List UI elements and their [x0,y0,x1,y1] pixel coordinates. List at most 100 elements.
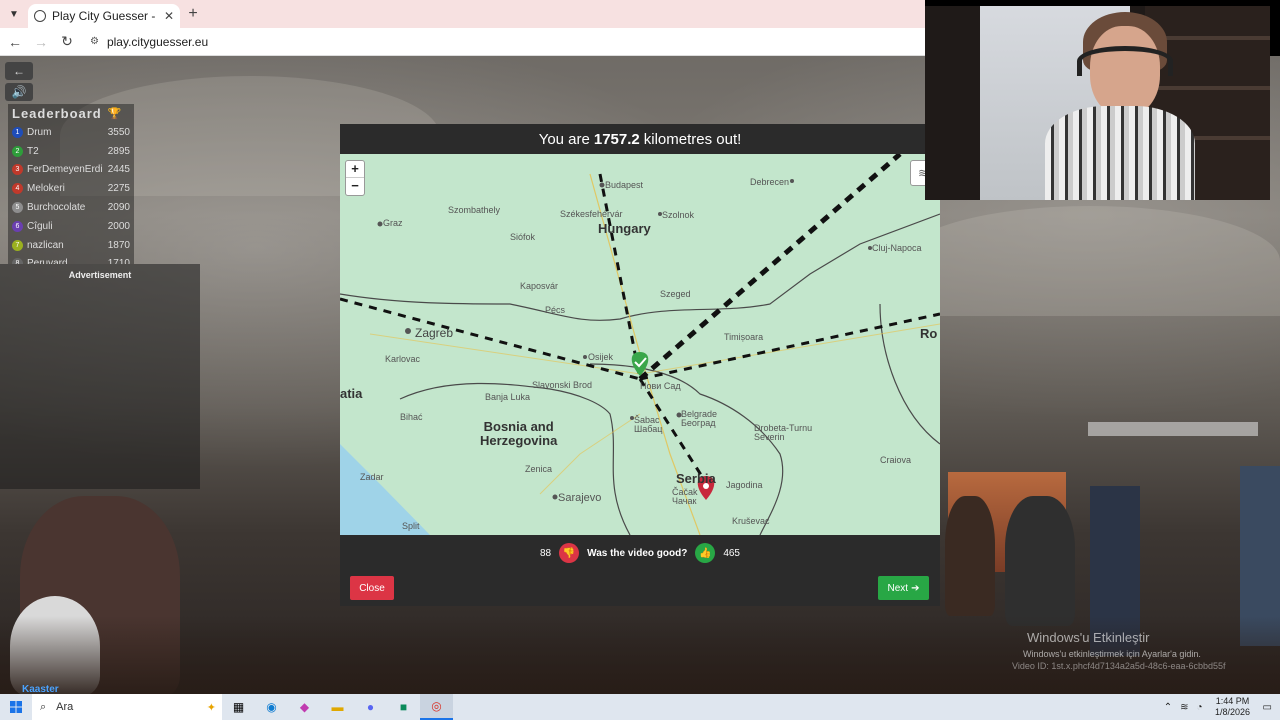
result-distance: 1757.2 [593,130,640,148]
leaderboard-row: 8 Peruvard 1710 [8,255,134,264]
result-modal: You are 1757.2 kilometres out! × [340,124,940,606]
system-tray: ⌃ ≋ ◔ 1:44 PM 1/8/2026 ▭ [1164,696,1280,718]
sound-button[interactable]: 🔊 [5,83,33,101]
player-name: nazlican [27,239,64,251]
notification-icon[interactable]: ▭ [1263,702,1272,713]
city-debrecen: Debrecen [750,177,790,187]
zoom-out-button[interactable]: − [346,178,364,195]
thumbs-down-button[interactable]: 👎 [559,543,580,563]
url-field[interactable]: ⚙ play.cityguesser.eu [90,35,208,49]
browser-tab-bar: ▼ Play City Guesser - Explore the W ✕ + [0,0,925,28]
task-view-icon[interactable]: ▦ [222,694,255,720]
city-siofok: Siófok [510,232,536,242]
next-button[interactable]: Next ➔ [878,576,929,600]
city-banja-luka: Banja Luka [485,392,531,402]
clock[interactable]: 1:44 PM 1/8/2026 [1211,696,1255,718]
city-krusevac: Kruševac [732,516,770,526]
new-tab-button[interactable]: + [180,5,206,23]
person [1005,496,1075,626]
city-osijek: Osijek [588,352,614,362]
globe-icon [34,10,46,22]
forward-arrow-icon[interactable]: → [34,34,48,50]
speaker-icon[interactable]: ◔ [1197,702,1203,713]
clock-date: 1/8/2026 [1215,707,1251,717]
windows-logo-icon [10,701,22,713]
leaderboard-title-text: Leaderboard [12,106,102,121]
map-label-bosnia: Bosnia and Herzegovina [480,419,558,448]
result-prefix: You are [538,130,590,148]
city-budapest: Budapest [605,180,644,190]
player-score: 3550 [107,126,130,138]
city-slavonski-brod: Slavonski Brod [532,380,593,390]
file-explorer-icon[interactable]: ▬ [321,694,354,720]
video-vote-row: 88 👎 Was the video good? 👍 465 [340,542,940,564]
webcam-overlay [925,6,1270,200]
city-bihac: Bihać [400,412,423,422]
taskbar-search[interactable]: ⌕ Ara ✦ [32,694,222,720]
leaderboard-row: 3 FerDemeyenErdi 2445 [8,161,134,180]
city-drobeta: Drobeta-Turnu Severin [754,423,813,442]
rank-badge: 4 [12,183,23,195]
close-button[interactable]: Close [350,576,394,600]
chrome-icon[interactable]: ◎ [420,694,453,720]
watermark-title: Windows'u Etkinleştir [1027,630,1150,645]
search-icon: ⌕ [40,700,47,713]
player-score: 2090 [107,202,130,214]
arrow-left-icon: ← [13,64,25,78]
leaderboard-row: 6 Cîguli 2000 [8,217,134,236]
city-szolnok: Szolnok [662,210,695,220]
leaderboard-row: 2 T2 2895 [8,142,134,161]
advertisement-box: Advertisement [0,264,200,489]
back-arrow-icon[interactable]: ← [8,34,22,50]
person [945,496,995,616]
discord-icon[interactable]: ● [354,694,387,720]
thumbs-up-button[interactable]: 👍 [695,543,716,563]
map-label-croatia: atia [340,386,363,401]
city-graz: Graz [383,218,403,228]
result-map[interactable]: + − ≋ Hungary Bosnia and Herzegovina Ser… [340,154,940,535]
arrow-right-icon: ➔ [911,582,920,594]
city-jagodina: Jagodina [726,480,763,490]
city-cacak: Čačak Чачак [672,487,698,506]
back-button[interactable]: ← [5,62,33,80]
windows-activation-watermark: Windows'u Etkinleştir Windows'u etkinleş… [1000,630,1280,671]
start-button[interactable] [0,694,32,720]
browser-tab[interactable]: Play City Guesser - Explore the W ✕ [28,4,180,28]
city-szekesfehervar: Székesfehérvár [560,209,623,219]
edge-icon[interactable]: ◉ [255,694,288,720]
advertisement-label: Advertisement [68,270,132,280]
copilot-icon[interactable]: ◆ [288,694,321,720]
city-szeged: Szeged [660,289,691,299]
player-score: 2275 [107,183,130,195]
result-title: You are 1757.2 kilometres out! [340,124,940,154]
downvote-count: 88 [540,547,552,559]
leaderboard-row: 1 Drum 3550 [8,123,134,142]
city-kaposvar: Kaposvár [520,281,559,291]
site-info-icon[interactable]: ⚙ [90,36,99,47]
search-highlight-icon: ✦ [206,701,216,714]
city-sabac: Šabac Шабац [634,415,663,434]
wifi-icon[interactable]: ≋ [1180,702,1188,713]
chevron-up-icon[interactable]: ⌃ [1164,702,1172,713]
city-belgrade: Belgrade Београд [681,409,718,428]
headphones-icon [1077,46,1173,76]
tab-close-icon[interactable]: ✕ [164,9,174,23]
leaderboard-row: 4 Melokeri 2275 [8,179,134,198]
player-score: 1870 [107,239,130,251]
next-button-label: Next [887,582,909,594]
city-timisoara: Timișoara [724,332,764,342]
rank-badge: 1 [12,126,23,138]
windows-taskbar: ⌕ Ara ✦ ▦ ◉ ◆ ▬ ● ■ ◎ ⌃ ≋ ◔ 1:44 PM 1/8/… [0,694,1280,720]
app-icon[interactable]: ■ [387,694,420,720]
city-karlovac: Karlovac [385,354,421,364]
tab-search-icon[interactable]: ▼ [0,0,28,28]
leaderboard-title: Leaderboard 🏆 [8,104,134,123]
map-canvas [340,154,940,535]
city-pecs: Pécs [545,305,566,315]
zoom-in-button[interactable]: + [346,161,364,178]
result-suffix: kilometres out! [643,130,742,148]
leaderboard-row: 5 Burchocolate 2090 [8,198,134,217]
reload-icon[interactable]: ↻ [60,33,74,50]
thumbs-up-icon: 👍 [699,547,712,559]
city-split: Split [402,521,420,531]
